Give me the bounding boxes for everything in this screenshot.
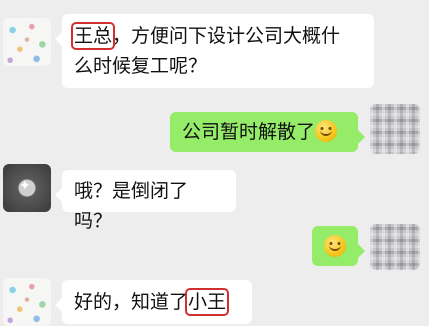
smile-emoji-icon: [315, 120, 338, 142]
contact-avatar[interactable]: [3, 278, 51, 326]
contact-avatar[interactable]: [3, 18, 51, 66]
highlighted-name: 小王: [185, 288, 230, 316]
user-avatar[interactable]: [370, 224, 420, 270]
message-text: 公司暂时解散了: [182, 121, 316, 143]
message-text: 么时候复工呢？: [74, 55, 208, 77]
smile-emoji-icon: [324, 235, 346, 257]
message-bubble-incoming[interactable]: 好的，知道了小王: [55, 280, 252, 324]
message-bubble-incoming[interactable]: 王总，方便问下设计公司大概什 么时候复工呢？: [55, 14, 374, 88]
message-bubble-outgoing[interactable]: 公司暂时解散了: [170, 112, 365, 152]
message-bubble-outgoing[interactable]: [312, 226, 365, 266]
highlighted-name: 王总: [70, 22, 116, 50]
user-avatar[interactable]: [370, 104, 420, 154]
message-bubble-incoming[interactable]: 哦？是倒闭了吗？: [55, 170, 236, 232]
message-text: 好的，知道了: [74, 291, 189, 313]
message-text: 哦？是倒闭了吗？: [74, 180, 189, 232]
message-text: ，方便问下设计公司大概什: [112, 25, 341, 47]
cursor-icon: ✦: [19, 178, 31, 194]
